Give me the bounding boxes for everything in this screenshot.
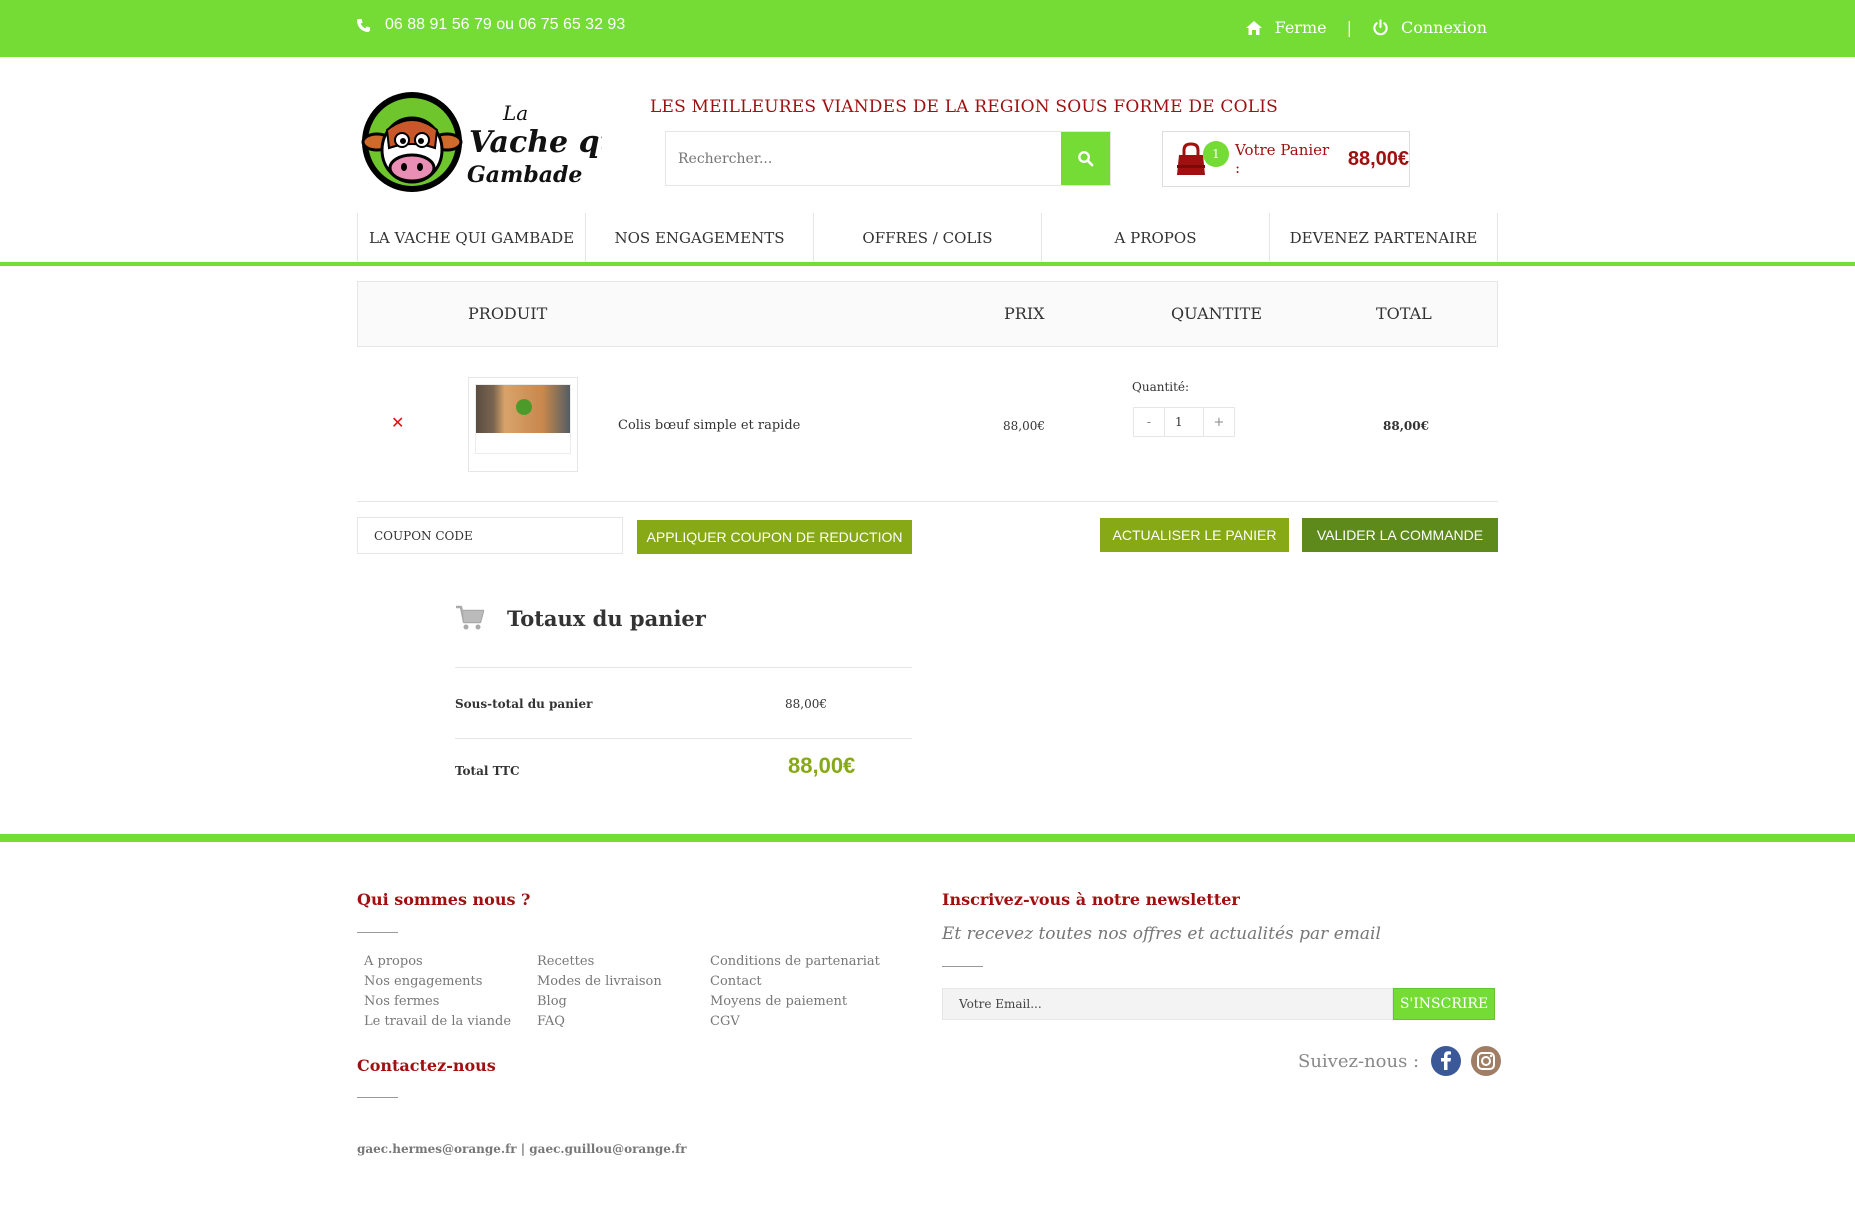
cart-count-badge: 1 bbox=[1203, 141, 1229, 167]
title-rule bbox=[942, 966, 983, 967]
total-ttc-label: Total TTC bbox=[455, 764, 520, 778]
about-title: Qui sommes nous ? bbox=[357, 890, 531, 909]
quantity-decrease-button[interactable]: - bbox=[1134, 408, 1164, 436]
cart-label: Votre Panier : bbox=[1235, 141, 1330, 177]
nav-item-la-vache-qui-gambade[interactable]: LA VACHE QUI GAMBADE bbox=[357, 213, 585, 263]
contact-title: Contactez-nous bbox=[357, 1056, 496, 1075]
main-nav: LA VACHE QUI GAMBADE NOS ENGAGEMENTS OFF… bbox=[357, 213, 1498, 263]
update-cart-button[interactable]: ACTUALISER LE PANIER bbox=[1100, 518, 1289, 552]
header-total: TOTAL bbox=[1376, 304, 1432, 323]
footer-link[interactable]: Blog bbox=[537, 994, 662, 1009]
footer-link[interactable]: Conditions de partenariat bbox=[710, 954, 880, 969]
nav-item-a-propos[interactable]: A PROPOS bbox=[1041, 213, 1269, 263]
subscribe-button[interactable]: S'INSCRIRE bbox=[1393, 988, 1495, 1020]
link-separator: | bbox=[1346, 18, 1352, 37]
mini-cart[interactable]: 1 Votre Panier : 88,00€ bbox=[1162, 131, 1410, 187]
title-rule bbox=[357, 1097, 398, 1098]
totals-divider bbox=[455, 738, 912, 739]
top-links: Ferme | Connexion bbox=[1245, 18, 1487, 37]
power-icon bbox=[1373, 19, 1388, 36]
contact-emails[interactable]: gaec.hermes@orange.fr | gaec.guillou@ora… bbox=[357, 1142, 687, 1156]
nav-item-nos-engagements[interactable]: NOS ENGAGEMENTS bbox=[585, 213, 813, 263]
nav-item-devenez-partenaire[interactable]: DEVENEZ PARTENAIRE bbox=[1269, 213, 1498, 263]
header-quantity: QUANTITE bbox=[1171, 304, 1263, 323]
remove-item-icon[interactable]: ✕ bbox=[391, 413, 404, 432]
nav-item-offres-colis[interactable]: OFFRES / COLIS bbox=[813, 213, 1041, 263]
top-bar: 06 88 91 56 79 ou 06 75 65 32 93 Ferme |… bbox=[0, 0, 1855, 57]
newsletter-title: Inscrivez-vous à notre newsletter bbox=[942, 890, 1240, 909]
coupon-code-input[interactable]: COUPON CODE bbox=[357, 517, 623, 554]
footer-link[interactable]: Contact bbox=[710, 974, 880, 989]
cart-icon bbox=[456, 605, 485, 630]
nav-divider bbox=[0, 262, 1855, 266]
phone-contact: 06 88 91 56 79 ou 06 75 65 32 93 bbox=[356, 16, 625, 34]
facebook-icon[interactable] bbox=[1431, 1046, 1462, 1076]
footer-link[interactable]: Moyens de paiement bbox=[710, 994, 880, 1009]
footer-link[interactable]: Modes de livraison bbox=[537, 974, 662, 989]
apply-coupon-button[interactable]: APPLIQUER COUPON DE REDUCTION bbox=[637, 520, 912, 554]
footer-link[interactable]: CGV bbox=[710, 1014, 880, 1029]
search-input[interactable] bbox=[666, 132, 1061, 185]
instagram-icon[interactable] bbox=[1471, 1046, 1502, 1076]
footer-link[interactable]: A propos bbox=[364, 954, 511, 969]
search-bar bbox=[665, 131, 1111, 186]
quantity-increase-button[interactable]: + bbox=[1204, 408, 1234, 436]
farm-link[interactable]: Ferme bbox=[1275, 18, 1327, 37]
cart-item-row: ✕ Colis bœuf simple et rapide 88,00€ Qua… bbox=[357, 347, 1498, 502]
cart-amount: 88,00€ bbox=[1347, 147, 1409, 170]
quantity-input[interactable]: 1 bbox=[1164, 408, 1204, 436]
cart-bag: 1 bbox=[1173, 141, 1229, 177]
quantity-stepper: - 1 + bbox=[1133, 407, 1235, 437]
footer-link[interactable]: Nos fermes bbox=[364, 994, 511, 1009]
svg-text:La: La bbox=[502, 101, 528, 125]
site-tagline: LES MEILLEURES VIANDES DE LA REGION SOUS… bbox=[650, 97, 1278, 117]
phone-icon bbox=[356, 18, 371, 32]
newsletter-subtitle: Et recevez toutes nos offres et actualit… bbox=[942, 924, 1381, 944]
cart-totals-title: Totaux du panier bbox=[507, 605, 706, 631]
newsletter-email-input[interactable]: Votre Email... bbox=[942, 988, 1393, 1020]
svg-text:Vache qui: Vache qui bbox=[469, 125, 602, 160]
footer-links-col2: Recettes Modes de livraison Blog FAQ bbox=[537, 954, 662, 1029]
quantity-label: Quantité: bbox=[1132, 380, 1190, 394]
validate-order-button[interactable]: VALIDER LA COMMANDE bbox=[1302, 518, 1498, 552]
footer-links-col3: Conditions de partenariat Contact Moyens… bbox=[710, 954, 880, 1029]
newsletter-form: Votre Email... S'INSCRIRE bbox=[942, 988, 1495, 1020]
product-thumbnail[interactable] bbox=[468, 377, 578, 472]
product-price: 88,00€ bbox=[1003, 419, 1045, 433]
search-button[interactable] bbox=[1061, 132, 1110, 185]
phone-numbers: 06 88 91 56 79 ou 06 75 65 32 93 bbox=[385, 16, 626, 33]
footer-links-col1: A propos Nos engagements Nos fermes Le t… bbox=[364, 954, 511, 1029]
subtotal-value: 88,00€ bbox=[785, 697, 827, 711]
follow-label: Suivez-nous : bbox=[1298, 1050, 1420, 1072]
header-product: PRODUIT bbox=[468, 304, 548, 323]
product-line-total: 88,00€ bbox=[1383, 419, 1429, 433]
cart-table-header: PRODUIT PRIX QUANTITE TOTAL bbox=[357, 281, 1498, 347]
login-link[interactable]: Connexion bbox=[1401, 18, 1487, 37]
svg-text:Gambade: Gambade bbox=[467, 162, 582, 188]
product-image bbox=[475, 384, 571, 454]
total-ttc-value: 88,00€ bbox=[788, 753, 856, 778]
footer-link[interactable]: Recettes bbox=[537, 954, 662, 969]
footer-link[interactable]: Le travail de la viande bbox=[364, 1014, 511, 1029]
subtotal-label: Sous-total du panier bbox=[455, 697, 593, 711]
social-follow: Suivez-nous : bbox=[1298, 1046, 1502, 1076]
search-icon bbox=[1078, 151, 1094, 167]
header-price: PRIX bbox=[1004, 304, 1045, 323]
title-rule bbox=[357, 932, 398, 933]
site-logo[interactable]: La Vache qui Gambade bbox=[357, 90, 602, 195]
footer-divider bbox=[0, 834, 1855, 842]
footer-link[interactable]: Nos engagements bbox=[364, 974, 511, 989]
footer-link[interactable]: FAQ bbox=[537, 1014, 662, 1029]
product-name[interactable]: Colis bœuf simple et rapide bbox=[618, 418, 800, 433]
home-icon bbox=[1245, 20, 1262, 35]
cart-totals-heading: Totaux du panier bbox=[455, 605, 706, 631]
totals-divider bbox=[455, 667, 912, 668]
